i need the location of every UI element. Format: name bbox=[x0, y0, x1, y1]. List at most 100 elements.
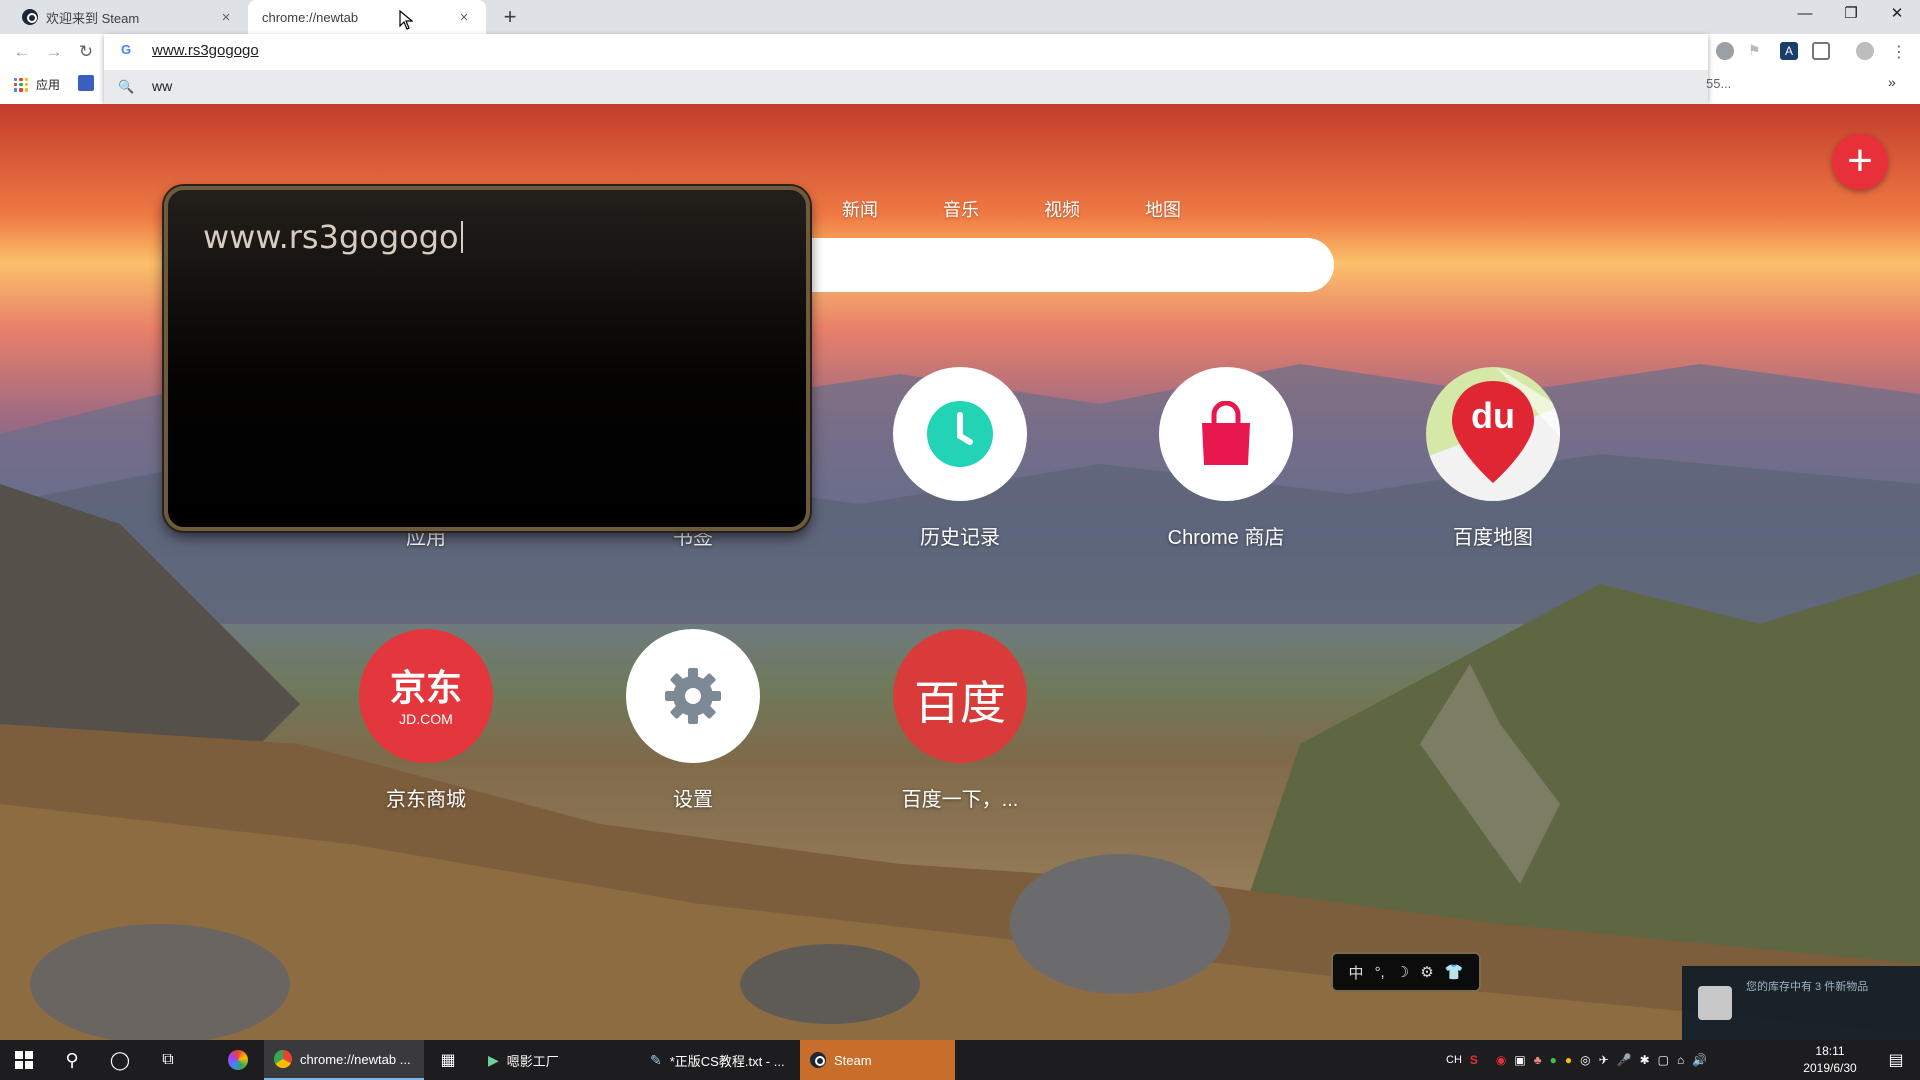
new-tab-button[interactable]: + bbox=[497, 4, 523, 30]
volume-icon[interactable]: 🔊 bbox=[1692, 1053, 1707, 1067]
clock-date: 2019/6/30 bbox=[1803, 1061, 1857, 1075]
tab-title: 欢迎来到 Steam bbox=[46, 10, 140, 26]
newtab-page: + 新闻 音乐 视频 地图 应用 书签 历史记录 Chrome 商店 du 百度… bbox=[0, 104, 1920, 1040]
notification-item-icon bbox=[1698, 986, 1732, 1020]
task-view-icon[interactable]: ⧉ bbox=[144, 1040, 192, 1080]
tile-history[interactable]: 历史记录 bbox=[860, 367, 1060, 550]
add-shortcut-button[interactable]: + bbox=[1832, 134, 1888, 190]
baidu-map-logo: du bbox=[1471, 395, 1515, 436]
minimize-button[interactable]: — bbox=[1782, 0, 1828, 30]
extension-box-icon[interactable] bbox=[1812, 42, 1830, 60]
search-icon: 🔍 bbox=[118, 79, 135, 94]
tile-circle: 京东 JD.COM bbox=[359, 629, 493, 763]
tab-newtab[interactable]: chrome://newtab × bbox=[248, 0, 486, 34]
omnibox-dropdown: G 🔍 ww bbox=[104, 34, 1708, 106]
ime-settings-icon[interactable]: ⚙ bbox=[1420, 963, 1433, 981]
ime-toolbar[interactable]: 中 °, ☽ ⚙ 👕 bbox=[1331, 952, 1481, 992]
notification-center-icon[interactable]: ▤ bbox=[1872, 1040, 1920, 1080]
tile-label: 百度一下，... bbox=[901, 789, 1019, 811]
tray-app-icon[interactable]: ✈ bbox=[1599, 1053, 1609, 1067]
taskbar-notepad[interactable]: ✎ *正版CS教程.txt - ... bbox=[640, 1040, 800, 1080]
tray-app-icon[interactable]: ▣ bbox=[1514, 1053, 1525, 1067]
close-tab-icon[interactable]: × bbox=[456, 9, 472, 26]
bookmark-favicon[interactable] bbox=[78, 75, 94, 91]
back-button[interactable]: ← bbox=[8, 40, 36, 64]
tile-circle: du bbox=[1426, 367, 1560, 501]
clock-time: 18:11 bbox=[1815, 1044, 1845, 1058]
bookmark-apps[interactable]: 应用 bbox=[14, 76, 60, 93]
tile-label: 设置 bbox=[673, 789, 713, 811]
restore-button[interactable]: ❐ bbox=[1828, 0, 1874, 30]
ime-skin-icon[interactable]: 👕 bbox=[1445, 963, 1464, 981]
taskbar-chrome[interactable]: chrome://newtab ... bbox=[264, 1040, 424, 1080]
tile-label: 历史记录 bbox=[920, 527, 1000, 549]
tile-settings[interactable]: 设置 bbox=[593, 629, 793, 812]
steam-icon bbox=[22, 9, 38, 25]
reload-button[interactable]: ↻ bbox=[72, 40, 100, 64]
windows-start-icon[interactable] bbox=[0, 1040, 48, 1080]
close-tab-icon[interactable]: × bbox=[218, 9, 234, 26]
tile-circle: 百度 bbox=[893, 629, 1027, 763]
extension-icon[interactable] bbox=[1716, 42, 1734, 60]
more-bookmarks-icon[interactable]: » bbox=[1888, 74, 1896, 90]
tile-baidu[interactable]: 百度 百度一下，... bbox=[860, 629, 1060, 812]
steam-notification[interactable]: 您的库存中有 3 件新物品 bbox=[1682, 966, 1920, 1040]
tray-app-icon[interactable]: ♣ bbox=[1534, 1053, 1542, 1067]
menu-dots-icon[interactable]: ⋮ bbox=[1890, 42, 1908, 61]
system-tray: CH S ◉ ▣ ♣ ● ● ◎ ✈ 🎤 ✱ ▢ ⌂ 🔊 bbox=[1446, 1040, 1707, 1080]
taskbar-video-factory[interactable]: ▶ 嗯影工厂 bbox=[478, 1040, 638, 1080]
tile-label: 京东商城 bbox=[386, 789, 466, 811]
cortana-icon[interactable]: ◯ bbox=[96, 1040, 144, 1080]
tablet-icon[interactable]: ▢ bbox=[1658, 1053, 1669, 1067]
nav-news[interactable]: 新闻 bbox=[842, 196, 943, 222]
ime-punctuation[interactable]: °, bbox=[1375, 964, 1385, 981]
nav-video[interactable]: 视频 bbox=[1044, 196, 1145, 222]
tab-steam[interactable]: 欢迎来到 Steam × bbox=[8, 0, 248, 34]
calculator-icon[interactable]: ▦ bbox=[424, 1040, 472, 1080]
apps-grid-icon bbox=[14, 77, 28, 92]
taskbar-app-label: Steam bbox=[834, 1052, 872, 1068]
tray-app-icon[interactable]: ✱ bbox=[1640, 1053, 1650, 1067]
tile-jd[interactable]: 京东 JD.COM 京东商城 bbox=[326, 629, 526, 812]
text-input-overlay[interactable]: www.rs3gogogo bbox=[164, 186, 810, 531]
ime-moon-icon[interactable]: ☽ bbox=[1396, 963, 1409, 981]
suggestion-text: ww bbox=[152, 78, 173, 94]
address-bar-input[interactable] bbox=[152, 38, 1052, 62]
notification-text: 您的库存中有 3 件新物品 bbox=[1746, 981, 1869, 993]
tile-label: Chrome 商店 bbox=[1167, 527, 1285, 549]
overlay-text: www.rs3gogogo bbox=[203, 218, 459, 256]
pinned-app-icon[interactable] bbox=[214, 1040, 262, 1080]
profile-avatar-icon[interactable] bbox=[1856, 42, 1874, 60]
close-window-button[interactable]: ✕ bbox=[1874, 0, 1920, 30]
overlay-typed-text: www.rs3gogogo bbox=[203, 218, 463, 256]
input-language[interactable]: CH bbox=[1446, 1054, 1462, 1066]
chrome-icon bbox=[274, 1050, 292, 1068]
tray-steam-icon[interactable]: ◎ bbox=[1580, 1053, 1590, 1067]
sogou-icon[interactable]: S bbox=[1470, 1053, 1478, 1067]
extension-a-icon[interactable]: A bbox=[1780, 42, 1798, 60]
taskbar-app-label: *正版CS教程.txt - ... bbox=[669, 1053, 785, 1069]
shopping-bag-icon bbox=[1159, 367, 1293, 501]
tray-chrome-icon[interactable]: ● bbox=[1565, 1053, 1572, 1067]
ime-chinese-mode[interactable]: 中 bbox=[1349, 962, 1364, 983]
wechat-icon[interactable]: ● bbox=[1550, 1053, 1557, 1067]
tab-title: chrome://newtab bbox=[262, 9, 359, 25]
text-caret bbox=[460, 221, 463, 253]
nav-map[interactable]: 地图 bbox=[1145, 196, 1246, 222]
clock-icon bbox=[893, 367, 1027, 501]
google-icon: G bbox=[120, 42, 132, 57]
forward-button[interactable]: → bbox=[40, 40, 68, 64]
taskbar-clock[interactable]: 18:11 2019/6/30 bbox=[1790, 1043, 1870, 1077]
taskbar-steam[interactable]: Steam bbox=[800, 1040, 955, 1080]
tile-baidu-map[interactable]: du 百度地图 bbox=[1393, 367, 1593, 550]
windows-taskbar: ⚲ ◯ ⧉ chrome://newtab ... ▦ ▶ 嗯影工厂 ✎ *正版… bbox=[0, 1040, 1920, 1080]
tile-chrome-store[interactable]: Chrome 商店 bbox=[1126, 367, 1326, 550]
flag-icon[interactable]: ⚑ bbox=[1748, 42, 1766, 60]
record-icon[interactable]: ◉ bbox=[1496, 1053, 1506, 1067]
omnibox-suggestion[interactable]: 🔍 ww bbox=[104, 70, 1708, 104]
nav-music[interactable]: 音乐 bbox=[943, 196, 1044, 222]
notepad-icon: ✎ bbox=[650, 1051, 662, 1068]
search-icon[interactable]: ⚲ bbox=[48, 1040, 96, 1080]
network-icon[interactable]: ⌂ bbox=[1677, 1053, 1684, 1067]
microphone-icon[interactable]: 🎤 bbox=[1617, 1053, 1632, 1067]
